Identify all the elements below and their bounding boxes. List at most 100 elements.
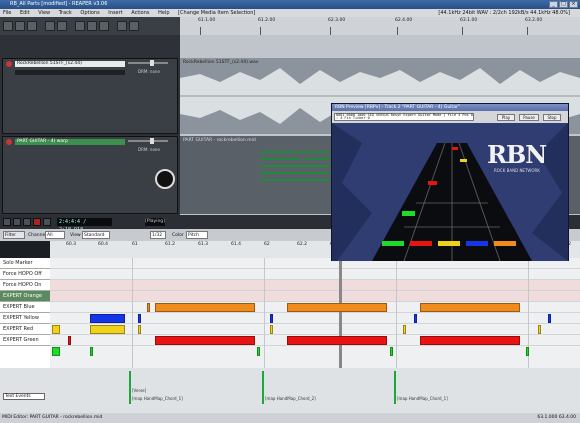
cc-lane-select[interactable]: Text Events xyxy=(3,393,45,400)
close-button[interactable]: × xyxy=(569,1,578,8)
text-event-label: [Verse] xyxy=(132,388,147,393)
rbn-pause-button[interactable]: Pause xyxy=(519,114,539,121)
menu-options[interactable]: Options xyxy=(80,10,99,16)
track-audio[interactable]: RockRebellion 51STF_(s2.44) DRM: none xyxy=(2,58,178,134)
item-label: PART GUITAR - rockrebellion.mid xyxy=(183,138,256,143)
volume-fader[interactable] xyxy=(128,60,168,66)
note-yellow[interactable] xyxy=(90,325,125,334)
track-midi[interactable]: PART GUITAR - 4) warp DRM: none xyxy=(2,136,178,214)
rbn-play-button[interactable]: Play xyxy=(497,114,515,121)
rbn-stop-button[interactable]: Stop xyxy=(543,114,561,121)
menu-actions[interactable]: Actions xyxy=(131,10,149,16)
key-expert-red[interactable]: EXPERT Red xyxy=(0,324,50,335)
grid-icon[interactable] xyxy=(75,21,85,31)
rbn-window-title: RBN Preview [RBPv] - Track 2 "PART GUITA… xyxy=(332,104,568,111)
note-yellow[interactable] xyxy=(52,325,60,334)
bar-line xyxy=(396,258,397,368)
go-to-start-icon[interactable] xyxy=(3,218,11,226)
envelope-icon[interactable] xyxy=(129,21,139,31)
ripple-edit-icon[interactable] xyxy=(99,21,109,31)
menu-edit[interactable]: Edit xyxy=(20,10,30,16)
note-blue[interactable] xyxy=(90,314,125,323)
gem-yellow xyxy=(460,159,467,162)
midi-ruler-tick: 61.3 xyxy=(198,242,209,247)
key-expert-yellow[interactable]: EXPERT Yellow xyxy=(0,313,50,324)
lock-icon[interactable] xyxy=(117,21,127,31)
track-name[interactable]: RockRebellion 51STF_(s2.44) xyxy=(15,61,125,67)
color-select[interactable]: Pitch xyxy=(186,231,208,239)
timeline-ruler[interactable]: 61.1.00 61.2.00 62.3.00 62.4.00 63.1.00 … xyxy=(180,17,580,35)
note-blue[interactable] xyxy=(548,314,551,323)
note-red[interactable] xyxy=(287,336,387,345)
note-green[interactable] xyxy=(526,347,529,356)
filter-button[interactable]: Filter xyxy=(3,231,25,239)
note-green[interactable] xyxy=(257,347,260,356)
grid-row xyxy=(50,313,580,324)
grid-row xyxy=(50,291,580,302)
ruler-line xyxy=(200,27,201,35)
fx-mode: DRM: none xyxy=(138,69,160,74)
new-project-icon[interactable] xyxy=(3,21,13,31)
open-project-icon[interactable] xyxy=(15,21,25,31)
record-arm-icon[interactable] xyxy=(6,61,12,67)
menu-track[interactable]: Track xyxy=(59,10,72,16)
minimize-button[interactable]: _ xyxy=(549,1,558,8)
note-red[interactable] xyxy=(68,336,71,345)
note-green[interactable] xyxy=(90,347,93,356)
note-red[interactable] xyxy=(420,336,520,345)
note-orange[interactable] xyxy=(155,303,255,312)
key-expert-blue[interactable]: EXPERT Blue xyxy=(0,302,50,313)
snap-icon[interactable] xyxy=(87,21,97,31)
view-select[interactable]: Standard xyxy=(82,231,110,239)
fader-knob[interactable] xyxy=(150,138,154,144)
menu-insert[interactable]: Insert xyxy=(108,10,122,16)
text-event-marker[interactable] xyxy=(262,371,264,404)
track-name[interactable]: PART GUITAR - 4) warp xyxy=(15,139,125,145)
play-icon[interactable] xyxy=(13,218,21,226)
note-orange[interactable] xyxy=(147,303,150,312)
rbn-preview-window[interactable]: RBN Preview [RBPv] - Track 2 "PART GUITA… xyxy=(331,103,569,261)
note-green[interactable] xyxy=(52,347,60,356)
midi-ruler-tick: 62 xyxy=(264,242,270,247)
note-yellow[interactable] xyxy=(403,325,406,334)
note-yellow[interactable] xyxy=(538,325,541,334)
grid-select[interactable]: 1/32 xyxy=(150,231,166,239)
piano-roll-grid[interactable] xyxy=(50,258,580,368)
maximize-button[interactable]: □ xyxy=(559,1,568,8)
volume-fader[interactable] xyxy=(128,138,168,144)
save-project-icon[interactable] xyxy=(27,21,37,31)
menu-view[interactable]: View xyxy=(38,10,50,16)
key-solo-marker[interactable]: Solo Marker xyxy=(0,258,50,269)
fader-knob[interactable] xyxy=(150,60,154,66)
note-green[interactable] xyxy=(390,347,393,356)
key-expert-orange[interactable]: EXPERT Orange xyxy=(0,291,50,302)
note-red[interactable] xyxy=(155,336,255,345)
text-events-lane[interactable]: [Verse] [map HandMap_Chord_1] [map HandM… xyxy=(0,368,580,413)
note-blue[interactable] xyxy=(414,314,417,323)
key-expert-green[interactable]: EXPERT Green xyxy=(0,335,50,346)
note-yellow[interactable] xyxy=(138,325,141,334)
meter xyxy=(15,70,125,75)
menu-file[interactable]: File xyxy=(3,10,11,16)
record-icon[interactable] xyxy=(33,218,41,226)
playhead[interactable] xyxy=(339,258,342,368)
note-yellow[interactable] xyxy=(270,325,273,334)
loop-icon[interactable] xyxy=(43,218,51,226)
undo-icon[interactable] xyxy=(45,21,55,31)
key-force-hopo-off[interactable]: Force HOPO Off xyxy=(0,269,50,280)
note-blue[interactable] xyxy=(138,314,141,323)
note-blue[interactable] xyxy=(270,314,273,323)
pause-icon[interactable] xyxy=(23,218,31,226)
text-event-marker[interactable] xyxy=(129,371,131,404)
channel-select[interactable]: All xyxy=(45,231,65,239)
text-event-marker[interactable] xyxy=(394,371,396,404)
redo-icon[interactable] xyxy=(57,21,67,31)
note-orange[interactable] xyxy=(420,303,520,312)
record-arm-icon[interactable] xyxy=(6,139,12,145)
menu-undo-history[interactable]: [Change Media Item Selection] xyxy=(178,10,255,16)
midi-note xyxy=(260,172,330,174)
fret-orange xyxy=(494,241,516,246)
note-orange[interactable] xyxy=(287,303,387,312)
menu-help[interactable]: Help xyxy=(158,10,169,16)
key-force-hopo-on[interactable]: Force HOPO On xyxy=(0,280,50,291)
